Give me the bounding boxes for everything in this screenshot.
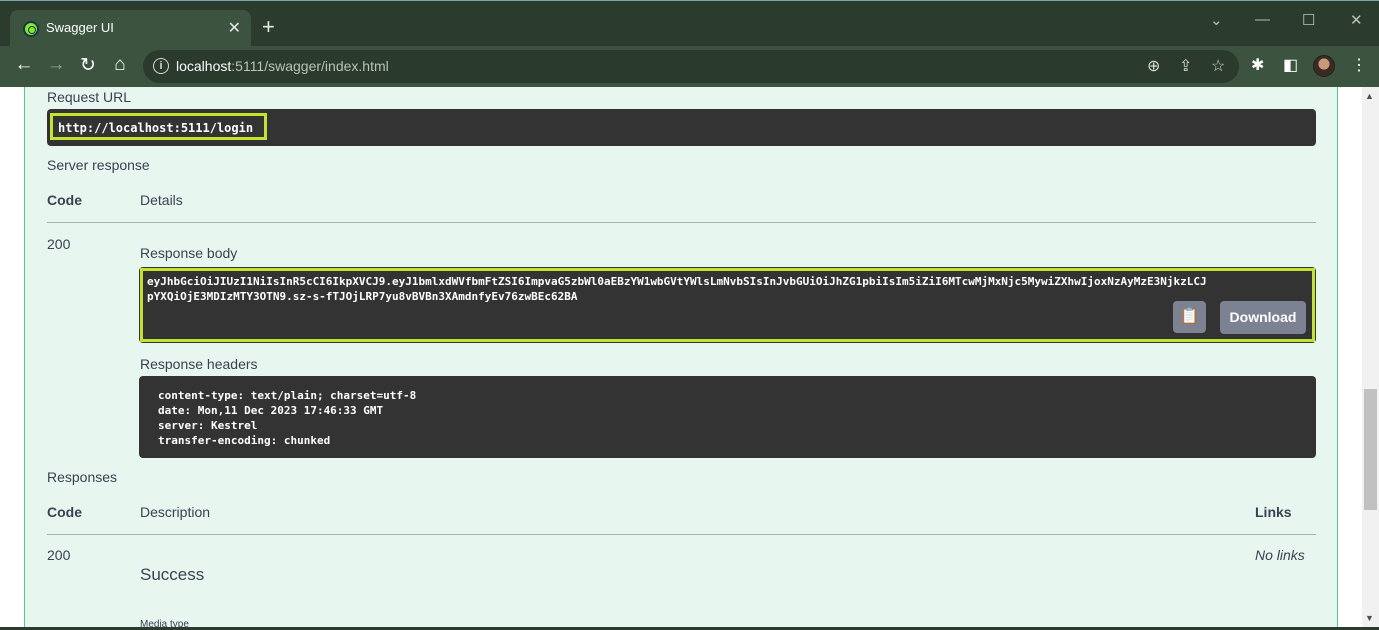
back-arrow-icon[interactable]: ←: [12, 54, 36, 76]
request-url-label: Request URL: [47, 89, 132, 105]
details-column-header: Details: [140, 192, 183, 208]
code-column-header: Code: [47, 192, 82, 208]
responses-code-header: Code: [47, 504, 82, 520]
response-headers-label: Response headers: [140, 356, 258, 372]
avatar[interactable]: [1313, 55, 1335, 77]
browser-toolbar: ← → ↻ ⌂ i localhost:5111/swagger/index.h…: [0, 46, 1379, 87]
responses-description-header: Description: [140, 504, 211, 520]
scroll-down-icon[interactable]: ▼: [1365, 613, 1374, 623]
star-icon[interactable]: ☆: [1211, 56, 1225, 76]
responses-links-header: Links: [1255, 504, 1292, 520]
reload-icon[interactable]: ↻: [76, 54, 100, 77]
header-line: content-type: text/plain; charset=utf-8: [158, 389, 417, 402]
header-line: server: Kestrel: [158, 419, 258, 432]
scroll-thumb[interactable]: [1364, 389, 1377, 510]
swagger-favicon-icon: [23, 21, 39, 37]
server-response-label: Server response: [47, 157, 150, 173]
address-bar[interactable]: i localhost:5111/swagger/index.html ⊕ ⇪ …: [143, 50, 1239, 83]
tab-bar: Swagger UI ✕ + ⌄ — ☐ ✕: [0, 0, 1379, 47]
url-host: localhost: [176, 58, 232, 74]
responses-links: No links: [1255, 547, 1305, 563]
vertical-scrollbar[interactable]: ▲ ▼: [1362, 87, 1379, 627]
url-text[interactable]: localhost:5111/swagger/index.html: [176, 58, 389, 74]
new-tab-button[interactable]: +: [262, 16, 275, 38]
maximize-button[interactable]: ☐: [1302, 11, 1315, 29]
media-type-label: Media type: [140, 619, 189, 627]
tab-title: Swagger UI: [46, 20, 114, 35]
divider: [47, 222, 1316, 223]
tab-search-icon[interactable]: ⌄: [1210, 11, 1223, 29]
home-icon[interactable]: ⌂: [108, 54, 132, 76]
browser-tab[interactable]: Swagger UI ✕: [10, 10, 251, 47]
scroll-up-icon[interactable]: ▲: [1365, 91, 1374, 101]
response-body-line-1[interactable]: eyJhbGciOiJIUzI1NiIsInR5cCI6IkpXVCJ9.eyJ…: [147, 275, 1307, 288]
url-path: :5111/swagger/index.html: [231, 58, 389, 74]
download-button[interactable]: Download: [1220, 301, 1306, 334]
minimize-button[interactable]: —: [1255, 11, 1270, 28]
side-panel-icon[interactable]: ◧: [1283, 55, 1298, 75]
zoom-icon[interactable]: ⊕: [1147, 56, 1160, 76]
responses-description: Success: [140, 565, 205, 584]
response-body-line-2[interactable]: pYXQiOjE3MDIzMTY3OTN9.sz-s-fTJOjLRP7yu8v…: [147, 290, 577, 303]
tab-close-icon[interactable]: ✕: [228, 18, 241, 38]
copy-to-clipboard-button[interactable]: 📋: [1173, 301, 1206, 333]
info-icon[interactable]: i: [153, 58, 169, 74]
responses-label: Responses: [47, 469, 118, 485]
page-viewport: Request URL http://localhost:5111/login …: [0, 87, 1362, 627]
responses-code: 200: [47, 547, 71, 563]
request-url-value: http://localhost:5111/login: [58, 121, 254, 135]
forward-arrow-icon[interactable]: →: [44, 54, 68, 76]
divider: [47, 534, 1316, 535]
clipboard-icon: 📋: [1179, 308, 1200, 325]
share-icon[interactable]: ⇪: [1179, 56, 1192, 76]
close-window-button[interactable]: ✕: [1350, 11, 1363, 29]
response-code: 200: [47, 236, 71, 252]
header-line: transfer-encoding: chunked: [158, 434, 331, 447]
header-line: date: Mon,11 Dec 2023 17:46:33 GMT: [158, 404, 384, 417]
response-body-label: Response body: [140, 245, 238, 261]
menu-icon[interactable]: ⋮: [1351, 55, 1367, 75]
extensions-icon[interactable]: ✱: [1251, 55, 1264, 75]
